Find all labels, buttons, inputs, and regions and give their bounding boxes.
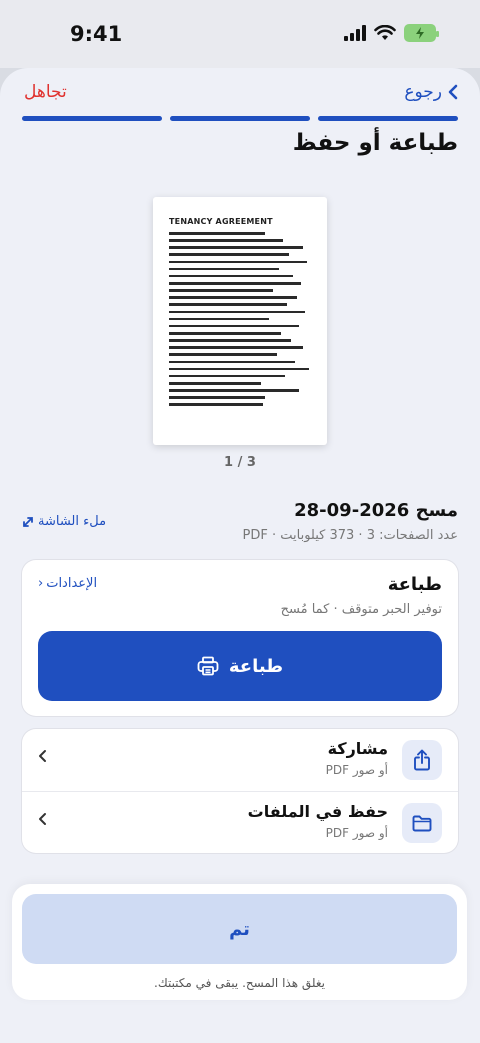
expand-icon bbox=[23, 516, 33, 527]
print-subtitle: توفير الحبر متوقف · كما مُسح bbox=[280, 602, 442, 617]
battery-charging-icon bbox=[404, 24, 439, 42]
footer-panel: تم يغلق هذا المسح. يبقى في مكتبتك. bbox=[12, 884, 467, 1000]
document-preview[interactable]: TENANCY AGREEMENT bbox=[153, 197, 327, 445]
status-icons bbox=[344, 24, 439, 42]
cellular-signal-icon bbox=[344, 25, 366, 41]
print-heading: طباعة bbox=[387, 574, 442, 595]
save-to-files-title: حفظ في الملفات bbox=[247, 802, 388, 821]
status-bar: 9:41 bbox=[0, 0, 480, 68]
document-heading: TENANCY AGREEMENT bbox=[169, 217, 273, 226]
skip-button[interactable]: تجاهل bbox=[24, 82, 67, 102]
chevron-left-icon bbox=[39, 750, 46, 762]
save-to-files-row[interactable]: حفظ في الملفات أو صور PDF bbox=[22, 791, 458, 853]
settings-label: الإعدادات bbox=[46, 576, 98, 591]
footer-note: يغلق هذا المسح. يبقى في مكتبتك. bbox=[154, 976, 325, 990]
share-row[interactable]: مشاركة أو صور PDF bbox=[22, 729, 458, 791]
scan-title: مسح 2026-09-28 bbox=[294, 500, 458, 521]
page-indicator: 1 / 3 bbox=[224, 455, 256, 470]
fullscreen-button[interactable]: ملء الشاشة bbox=[22, 514, 106, 529]
save-to-files-subtitle: أو صور PDF bbox=[325, 826, 388, 840]
printer-icon bbox=[197, 656, 219, 676]
print-sheet: رجوع تجاهل طباعة أو حفظ TENANCY AGREEMEN… bbox=[0, 68, 480, 1043]
wifi-icon bbox=[374, 25, 396, 40]
scan-meta: عدد الصفحات: 3 · 373 كيلوبايت · PDF bbox=[242, 528, 459, 543]
actions-card: مشاركة أو صور PDF حفظ في الملفات أو صور … bbox=[22, 729, 458, 853]
settings-link[interactable]: الإعدادات ‹ bbox=[38, 576, 97, 591]
share-icon bbox=[402, 740, 442, 780]
print-button[interactable]: طباعة bbox=[38, 631, 442, 701]
status-time: 9:41 bbox=[70, 22, 123, 46]
folder-icon bbox=[402, 803, 442, 843]
fullscreen-label: ملء الشاشة bbox=[38, 514, 107, 529]
chevron-left-icon bbox=[448, 84, 458, 100]
print-button-label: طباعة bbox=[228, 655, 284, 677]
progress-segment bbox=[170, 116, 310, 121]
chevron-left-icon: ‹ bbox=[38, 576, 44, 591]
back-label: رجوع bbox=[404, 82, 442, 102]
back-button[interactable]: رجوع bbox=[404, 82, 458, 102]
chevron-left-icon bbox=[39, 813, 46, 825]
print-card: طباعة توفير الحبر متوقف · كما مُسح الإعد… bbox=[22, 560, 458, 716]
progress-segment bbox=[22, 116, 162, 121]
page-title: طباعة أو حفظ bbox=[292, 130, 458, 156]
progress-segment bbox=[318, 116, 458, 121]
share-title: مشاركة bbox=[327, 739, 388, 758]
share-subtitle: أو صور PDF bbox=[325, 763, 388, 777]
document-text-lines bbox=[169, 232, 311, 406]
done-button[interactable]: تم bbox=[22, 894, 457, 964]
step-progress bbox=[22, 116, 458, 121]
